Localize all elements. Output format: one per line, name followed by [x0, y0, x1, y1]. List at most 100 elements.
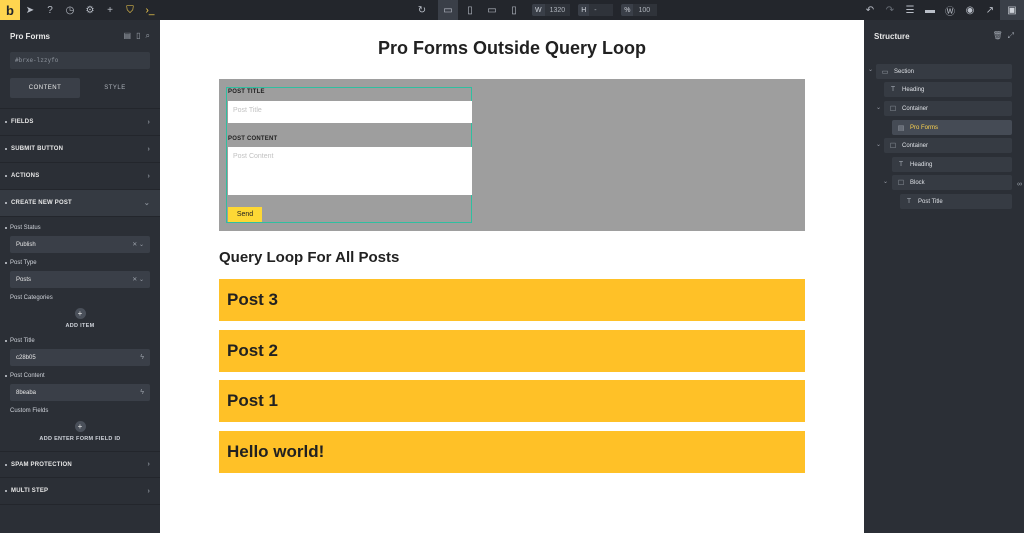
post-status-select[interactable]: Publish ✕ ⌄ [10, 236, 150, 253]
plus-icon[interactable]: + [74, 308, 86, 319]
tree-item-label: Heading [902, 86, 925, 93]
search-icon[interactable]: ⌕ [146, 31, 150, 41]
tree-item-heading[interactable]: T Heading [892, 157, 1012, 172]
expand-icon[interactable]: ⤢ [1008, 31, 1014, 41]
post-title-input[interactable]: Post Title [228, 101, 472, 123]
post-title-label: Post Title [0, 333, 160, 349]
post-card[interactable]: Hello world! [219, 431, 805, 473]
wordpress-icon[interactable]: Ⓦ [940, 0, 960, 20]
zoom-value[interactable]: 100 [633, 4, 658, 16]
post-content-textarea[interactable]: Post Content [228, 147, 472, 195]
caret-down-icon[interactable]: ⌄ [883, 178, 888, 185]
post-title-label-text: Post Title [10, 338, 35, 344]
query-loop-heading[interactable]: Query Loop For All Posts [219, 249, 399, 266]
shield-icon[interactable]: ⛉ [120, 0, 140, 20]
plus-icon[interactable]: + [74, 421, 86, 432]
panel-header: Pro Forms ▤ ▯ ⌕ [0, 20, 160, 52]
caret-down-icon[interactable]: ⌄ [876, 104, 881, 111]
tablet-portrait-icon[interactable]: ▯ [460, 0, 480, 20]
post-status-label-text: Post Status [10, 225, 41, 231]
tree-item-post-title[interactable]: T Post Title [900, 194, 1012, 209]
section-icon: ▭ [881, 68, 889, 76]
pro-forms-element[interactable]: POST TITLE Post Title POST CONTENT Post … [226, 87, 472, 223]
caret-down-icon[interactable]: ⌄ [868, 66, 873, 73]
post-content-label: Post Content [0, 368, 160, 384]
trash-icon[interactable]: 🗑 [992, 31, 1002, 41]
width-value[interactable]: 1320 [544, 4, 571, 16]
redo-icon[interactable]: ↷ [880, 0, 900, 20]
structure-header-icons: 🗑 ⤢ [992, 31, 1014, 41]
tree-item-label: Container [902, 105, 929, 112]
settings-icon[interactable]: ⚙ [80, 0, 100, 20]
post-card[interactable]: Post 1 [219, 380, 805, 422]
section-fields[interactable]: FIELDS › [0, 109, 160, 136]
device-icon[interactable]: ▯ [136, 31, 140, 41]
preview-icon[interactable]: ◉ [960, 0, 980, 20]
section-multi-step[interactable]: MULTI STEP › [0, 478, 160, 505]
external-link-icon[interactable]: ↗ [980, 0, 1000, 20]
add-category-item[interactable]: + ADD ITEM [0, 308, 160, 329]
post-type-select[interactable]: Posts ✕ ⌄ [10, 271, 150, 288]
folder-icon[interactable]: ▬ [920, 0, 940, 20]
history-icon[interactable]: ◷ [60, 0, 80, 20]
post-card[interactable]: Post 3 [219, 279, 805, 321]
tree-item-label: Block [910, 179, 925, 186]
height-value[interactable]: - [589, 4, 614, 16]
pointer-icon[interactable]: ➤ [20, 0, 40, 20]
tablet-landscape-icon[interactable]: ▭ [482, 0, 502, 20]
save-icon: ▣ [1007, 4, 1017, 16]
send-button[interactable]: Send [228, 207, 262, 222]
terminal-icon[interactable]: ›_ [140, 0, 160, 20]
add-icon[interactable]: + [100, 0, 120, 20]
tree-item-label: Section [894, 68, 915, 75]
select-controls[interactable]: ✕ ⌄ [132, 276, 144, 283]
bullet [5, 340, 7, 342]
chevron-down-icon: ⌄ [143, 200, 150, 207]
page-title[interactable]: Pro Forms Outside Query Loop [160, 38, 864, 59]
structure-title: Structure [874, 31, 910, 41]
topbar-right: ↶ ↷ ☰ ▬ Ⓦ ◉ ↗ ▣ [860, 0, 1024, 20]
section-create-new-post[interactable]: CREATE NEW POST ⌄ [0, 190, 160, 217]
save-button[interactable]: ▣ [1000, 0, 1024, 20]
height-field[interactable]: H - [578, 4, 614, 16]
tree-item-heading[interactable]: T Heading [884, 82, 1012, 97]
template-icon[interactable]: ▤ [124, 31, 132, 41]
tab-style[interactable]: STYLE [80, 78, 150, 98]
menu-icon[interactable]: ☰ [900, 0, 920, 20]
section-submit-button[interactable]: SUBMIT BUTTON › [0, 136, 160, 163]
post-card[interactable]: Post 2 [219, 330, 805, 372]
tree-item-container[interactable]: ☐ Container [884, 101, 1012, 116]
add-custom-field[interactable]: + ADD ENTER FORM FIELD ID [0, 421, 160, 442]
chevron-right-icon: › [147, 145, 150, 153]
bullet [5, 375, 7, 377]
select-controls[interactable]: ✕ ⌄ [132, 241, 144, 248]
refresh-icon[interactable]: ↻ [412, 0, 432, 20]
tree-item-pro-forms[interactable]: ▤ Pro Forms [892, 120, 1012, 135]
tree-item-container[interactable]: ☐ Container [884, 138, 1012, 153]
post-title-field[interactable]: c28b05 ϟ [10, 349, 150, 366]
section-actions[interactable]: ACTIONS › [0, 163, 160, 190]
tab-content[interactable]: CONTENT [10, 78, 80, 98]
desktop-icon[interactable]: ▭ [438, 0, 458, 20]
chevron-right-icon: › [147, 461, 150, 468]
dynamic-data-icon[interactable]: ϟ [140, 354, 144, 361]
section-spam-protection[interactable]: SPAM PROTECTION › [0, 451, 160, 478]
width-field[interactable]: W 1320 [532, 4, 571, 16]
caret-down-icon[interactable]: ⌄ [876, 141, 881, 148]
post-status-value: Publish [16, 241, 36, 248]
element-id-field[interactable]: #brxe-lzzyfo [10, 52, 150, 69]
tree-item-section[interactable]: ▭ Section [876, 64, 1012, 79]
tree-item-block[interactable]: ☐ Block [892, 175, 1012, 190]
help-icon[interactable]: ? [40, 0, 60, 20]
post-content-field[interactable]: 8beaba ϟ [10, 384, 150, 401]
bricks-logo[interactable]: b [0, 0, 20, 20]
zoom-field[interactable]: % 100 [621, 4, 658, 16]
form-container[interactable]: POST TITLE Post Title POST CONTENT Post … [219, 79, 805, 231]
mobile-icon[interactable]: ▯ [504, 0, 524, 20]
section-spam-protection-label: SPAM PROTECTION [11, 461, 72, 468]
panel-tabs: CONTENT STYLE [10, 78, 150, 98]
loop-icon[interactable]: ∞ [1017, 181, 1022, 188]
dynamic-data-icon[interactable]: ϟ [140, 389, 144, 396]
post-categories-label: Post Categories [10, 295, 53, 301]
undo-icon[interactable]: ↶ [860, 0, 880, 20]
